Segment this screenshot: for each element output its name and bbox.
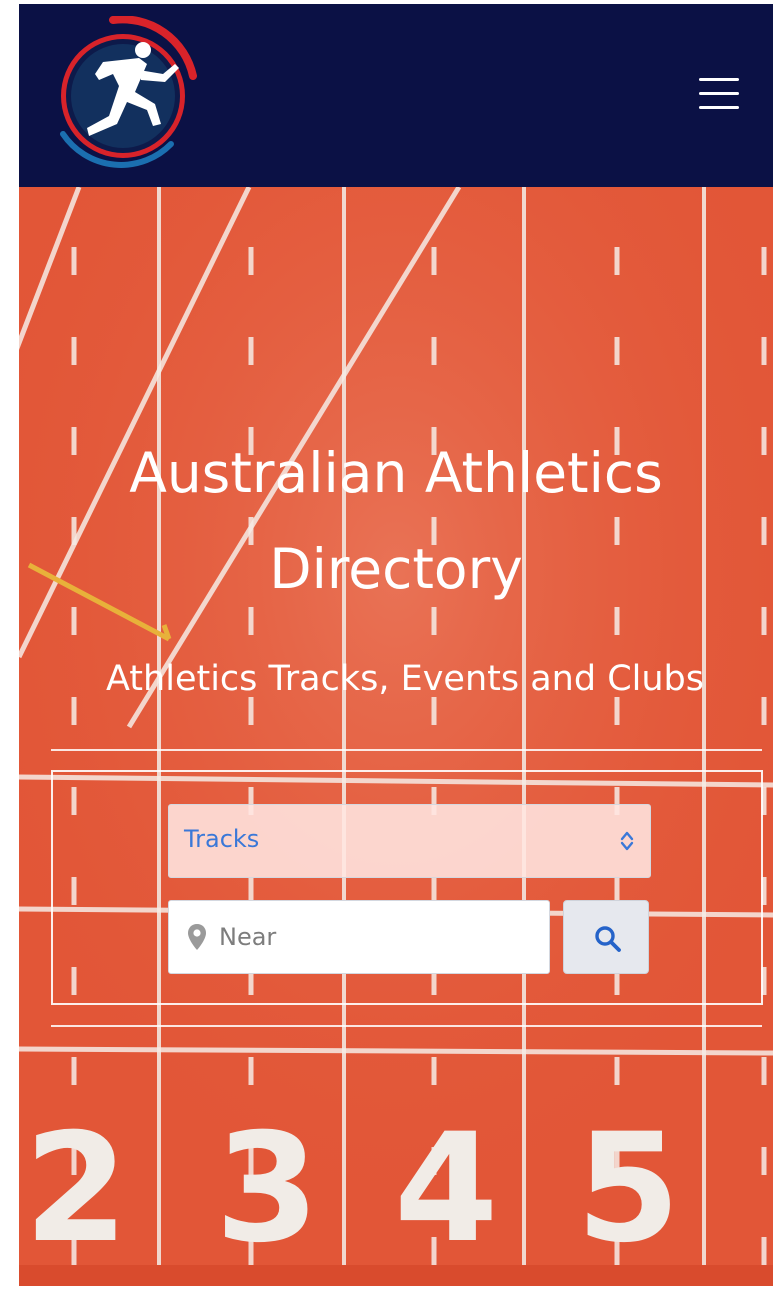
site-logo[interactable] xyxy=(43,16,199,172)
search-button[interactable] xyxy=(563,900,649,974)
lane-number-label: 3 xyxy=(215,1102,319,1276)
category-select[interactable]: Tracks xyxy=(168,804,651,878)
hero-title-line2: Directory xyxy=(269,537,523,601)
page-frame: 2 3 4 5 Australian Athletics Directory A… xyxy=(19,4,773,1286)
lane-number-label: 2 xyxy=(24,1102,128,1276)
search-form: Tracks xyxy=(51,770,763,1005)
hero-title: Australian Athletics Directory xyxy=(19,425,773,617)
hamburger-menu-icon xyxy=(699,106,739,109)
lane-number-label: 4 xyxy=(394,1102,498,1276)
hamburger-menu-icon xyxy=(699,92,739,95)
category-select-value: Tracks xyxy=(184,825,260,853)
running-track-background: 2 3 4 5 xyxy=(19,187,773,1286)
location-pin-icon xyxy=(188,924,206,950)
chevron-updown-icon xyxy=(620,831,634,851)
near-location-field xyxy=(168,900,550,974)
lane-number-label: 5 xyxy=(576,1102,680,1276)
divider-bottom xyxy=(51,1025,762,1027)
hero-title-line1: Australian Athletics xyxy=(129,441,663,505)
hamburger-menu-icon xyxy=(699,78,739,81)
divider-top xyxy=(51,749,762,751)
near-input[interactable] xyxy=(217,903,541,971)
menu-button[interactable] xyxy=(699,76,741,112)
hero-section: 2 3 4 5 Australian Athletics Directory A… xyxy=(19,187,773,1286)
site-header xyxy=(19,4,773,187)
hero-subtitle: Athletics Tracks, Events and Clubs xyxy=(105,659,704,699)
search-icon xyxy=(595,926,621,952)
